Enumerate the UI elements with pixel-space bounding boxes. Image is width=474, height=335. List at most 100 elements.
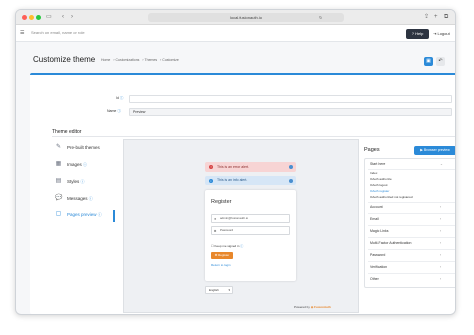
breadcrumb-customize: Customize — [162, 58, 179, 62]
name-label: Name ⓘ — [107, 109, 121, 114]
theme-card: Id ⓘ Name ⓘ Preview Theme editor ✎ Pre-b… — [30, 73, 455, 314]
page-item-index[interactable]: Index — [370, 171, 377, 175]
help-button[interactable]: ? Help — [406, 29, 429, 39]
minimize-window-button[interactable] — [29, 15, 34, 20]
help-icon: ? — [411, 31, 414, 36]
sidebar-item-label-pages: Pages preview ⓘ — [67, 212, 102, 218]
logout-link[interactable]: ⇥ Logout — [433, 31, 450, 36]
breadcrumb-themes[interactable]: Themes — [145, 58, 158, 62]
group-label-mfa: Multi-Factor Authentication — [370, 241, 412, 245]
page-item-oauth-logout[interactable]: OAuth logout — [370, 183, 388, 187]
register-panel: Register ● admin@fusionauth.io ■ Passwor… — [205, 190, 296, 281]
close-window-button[interactable] — [22, 15, 27, 20]
info-icon: ⓘ — [83, 162, 88, 167]
forward-icon[interactable]: › — [71, 13, 73, 21]
page-icon: ▢ — [55, 211, 62, 217]
sidebar-item-images[interactable]: ▦ Images ⓘ — [52, 160, 115, 172]
language-select[interactable]: English ▾ — [205, 286, 233, 294]
address-bar[interactable]: local.fusionauth.io — [148, 13, 344, 22]
browser-window: ▭ ‹ › local.fusionauth.io ↻ ⇪ + ⧉ ☰ Sear… — [15, 9, 456, 315]
password-field[interactable]: ■ Password — [211, 226, 290, 235]
fusionauth-logo-icon: ◉ — [310, 305, 314, 309]
breadcrumb-home[interactable]: Home — [101, 58, 110, 62]
sidebar-label-pages: Pages preview — [67, 212, 97, 217]
sidebar-item-messages[interactable]: 💬 Messages ⓘ — [52, 194, 115, 206]
group-label-magic-links: Magic Links — [370, 229, 389, 233]
pages-group-magic-links[interactable]: Magic Links › — [370, 229, 441, 233]
return-to-login-link[interactable]: Return to login — [211, 263, 231, 267]
lock-icon: ■ — [214, 228, 217, 233]
chat-icon: 💬 — [55, 195, 63, 201]
sidebar-item-styles[interactable]: ▤ Styles ⓘ — [52, 177, 115, 189]
keep-signed-in-checkbox[interactable]: ☐ Keep me signed in ⓘ — [211, 244, 243, 248]
page-item-oauth-not-registered[interactable]: OAuth authorized not registered — [370, 195, 413, 199]
theme-editor-title: Theme editor — [52, 129, 82, 135]
divider — [368, 249, 455, 250]
id-field[interactable] — [129, 95, 452, 103]
page-title: Customize theme — [33, 55, 96, 64]
page-item-oauth-register[interactable]: OAuth register — [370, 189, 389, 193]
register-button[interactable]: ✚ Register — [211, 252, 233, 259]
page-preview: ! This is an error alert. i This is an i… — [123, 139, 359, 313]
chevron-right-icon: › — [440, 265, 442, 269]
sidebar-item-prebuilt-themes[interactable]: ✎ Pre-built themes — [52, 143, 115, 155]
browser-preview-button[interactable]: ▶ Browser preview — [414, 146, 455, 155]
preview-icon: ▶ — [420, 148, 423, 152]
name-info-icon: ⓘ — [117, 109, 121, 113]
sidebar-item-label-messages: Messages ⓘ — [67, 196, 93, 202]
pages-group-mfa[interactable]: Multi-Factor Authentication › — [370, 241, 441, 245]
new-tab-icon[interactable]: + — [434, 13, 438, 21]
app-topbar: ☰ Search on email, name or role ? Help ⇥… — [16, 25, 455, 42]
save-button[interactable]: ▣ — [424, 57, 433, 66]
info-alert: i This is an info alert. — [205, 176, 296, 185]
breadcrumb: Home › Customizations › Themes › Customize — [101, 58, 179, 62]
divider — [52, 136, 455, 137]
brush-icon: ✎ — [55, 144, 62, 150]
chevron-right-icon: › — [440, 277, 442, 281]
tabs-overview-icon[interactable]: ⧉ — [444, 13, 448, 21]
divider — [368, 225, 455, 226]
pages-group-account[interactable]: Account › — [370, 205, 441, 209]
close-icon[interactable] — [289, 165, 293, 169]
brand-name: FusionAuth — [314, 305, 331, 309]
back-button[interactable]: ↶ — [436, 57, 445, 66]
logout-label: Logout — [437, 31, 450, 36]
palette-icon: ▤ — [55, 178, 62, 184]
info-icon: i — [209, 179, 213, 183]
pages-group-other[interactable]: Other › — [370, 277, 441, 281]
save-icon: ▣ — [426, 58, 431, 64]
error-icon: ! — [209, 165, 213, 169]
breadcrumb-customizations[interactable]: Customizations — [115, 58, 139, 62]
back-icon[interactable]: ‹ — [62, 13, 64, 21]
page-item-oauth-authorize[interactable]: OAuth authorize — [370, 177, 392, 181]
group-label-account: Account — [370, 205, 383, 209]
pages-group-verification[interactable]: Verification › — [370, 265, 441, 269]
help-label: Help — [415, 31, 424, 36]
close-icon[interactable] — [289, 179, 293, 183]
sidebar-item-label: Pre-built themes — [67, 145, 100, 150]
logout-icon: ⇥ — [433, 31, 437, 36]
register-button-label: Register — [218, 253, 230, 257]
email-field[interactable]: ● admin@fusionauth.io — [211, 214, 290, 223]
chevron-right-icon: › — [440, 241, 442, 245]
chevron-right-icon: › — [440, 205, 442, 209]
sidebar-label-messages: Messages — [67, 196, 88, 201]
reload-icon[interactable]: ↻ — [319, 14, 322, 22]
pages-group-email[interactable]: Email › — [370, 217, 441, 221]
sidebar-item-label-styles: Styles ⓘ — [67, 179, 85, 185]
sidebar-item-pages-preview[interactable]: ▢ Pages preview ⓘ — [52, 210, 115, 222]
chevron-down-icon: ⌄ — [440, 162, 443, 166]
share-icon[interactable]: ⇪ — [424, 13, 429, 21]
name-field[interactable]: Preview — [129, 108, 452, 116]
maximize-window-button[interactable] — [36, 15, 41, 20]
info-icon: ⓘ — [88, 196, 93, 201]
pages-group-password[interactable]: Password › — [370, 253, 441, 257]
image-icon: ▦ — [55, 161, 62, 167]
pages-group-start-here[interactable]: Start here ⌄ — [370, 162, 443, 166]
group-label-email: Email — [370, 217, 379, 221]
search-input[interactable]: Search on email, name or role — [31, 30, 85, 35]
menu-icon[interactable]: ☰ — [20, 30, 24, 36]
undo-icon: ↶ — [438, 58, 443, 64]
id-info-icon: ⓘ — [119, 96, 124, 100]
sidebar-toggle-icon[interactable]: ▭ — [46, 13, 52, 21]
